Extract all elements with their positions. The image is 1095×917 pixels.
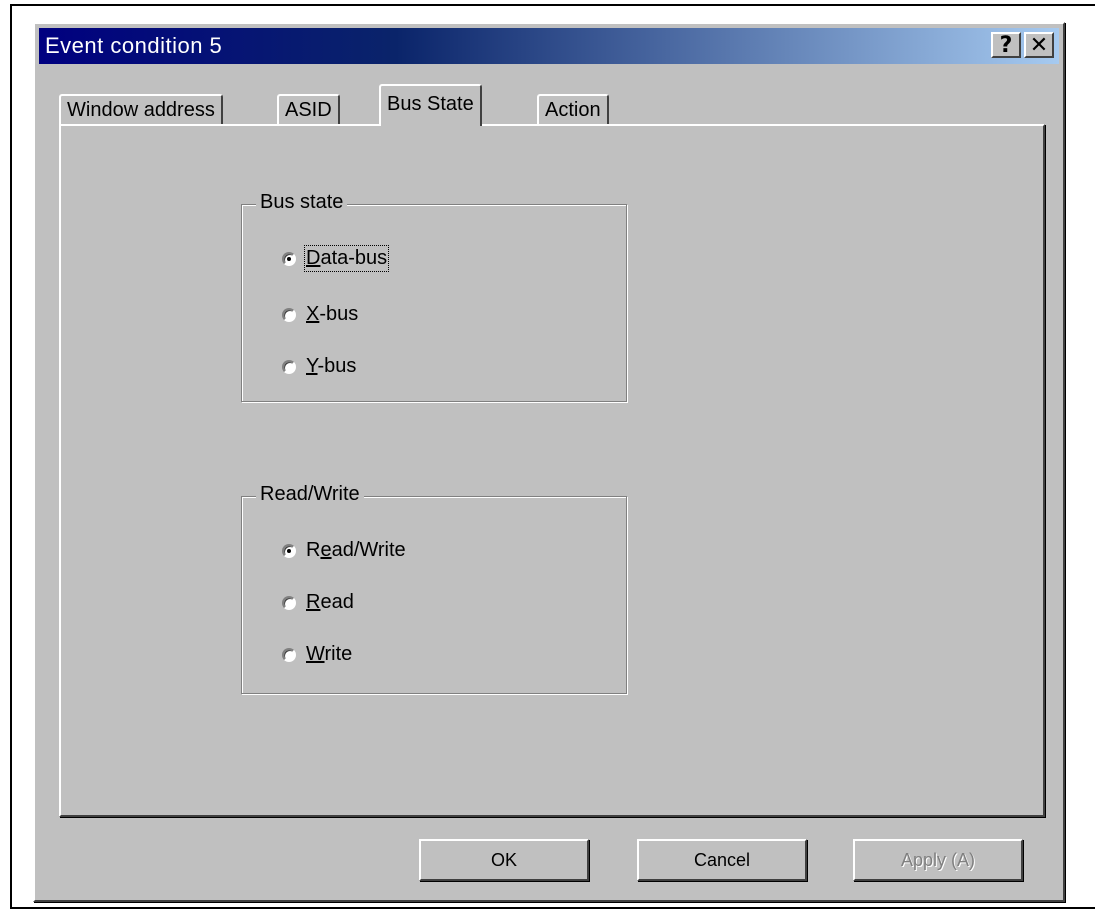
radio-label: X-bus xyxy=(306,303,359,325)
apply-button[interactable]: Apply (A) xyxy=(853,839,1023,881)
cancel-button[interactable]: Cancel xyxy=(637,839,807,881)
tab-bus-state[interactable]: Bus State xyxy=(379,84,482,126)
radio-icon xyxy=(282,359,296,374)
radio-label: Read/Write xyxy=(306,539,406,561)
close-icon: ✕ xyxy=(1029,32,1049,58)
radio-read-write[interactable]: Read/Write xyxy=(282,539,406,562)
radio-label: Data-bus xyxy=(303,245,390,272)
tab-asid[interactable]: ASID xyxy=(277,94,340,124)
bus-state-panel: Bus state Data-bus X-bus Y-bus Read/Writ… xyxy=(59,124,1045,817)
tab-action[interactable]: Action xyxy=(537,94,609,124)
radio-data-bus[interactable]: Data-bus xyxy=(282,245,390,272)
radio-label: Y-bus xyxy=(306,355,357,377)
tab-window-address[interactable]: Window address xyxy=(59,94,223,124)
help-icon: ? xyxy=(999,32,1013,58)
bus-state-legend: Bus state xyxy=(256,191,348,214)
radio-icon xyxy=(282,307,296,322)
radio-write[interactable]: Write xyxy=(282,643,352,666)
radio-label: Read xyxy=(306,591,354,613)
event-condition-dialog: Event condition 5 ? ✕ Window address ASI… xyxy=(33,22,1065,902)
read-write-group: Read/Write Read/Write Read Write xyxy=(241,483,627,694)
help-button[interactable]: ? xyxy=(991,32,1021,58)
radio-icon xyxy=(282,251,296,266)
radio-icon xyxy=(282,595,296,610)
radio-y-bus[interactable]: Y-bus xyxy=(282,355,356,378)
radio-x-bus[interactable]: X-bus xyxy=(282,303,358,326)
radio-icon xyxy=(282,543,296,558)
ok-button[interactable]: OK xyxy=(419,839,589,881)
radio-read[interactable]: Read xyxy=(282,591,354,614)
read-write-legend: Read/Write xyxy=(256,483,364,506)
close-button[interactable]: ✕ xyxy=(1024,32,1054,58)
radio-label: Write xyxy=(306,643,353,665)
window-title: Event condition 5 xyxy=(45,33,223,58)
bus-state-group: Bus state Data-bus X-bus Y-bus xyxy=(241,191,627,402)
radio-icon xyxy=(282,647,296,662)
title-bar: Event condition 5 ? ✕ xyxy=(39,28,1059,64)
